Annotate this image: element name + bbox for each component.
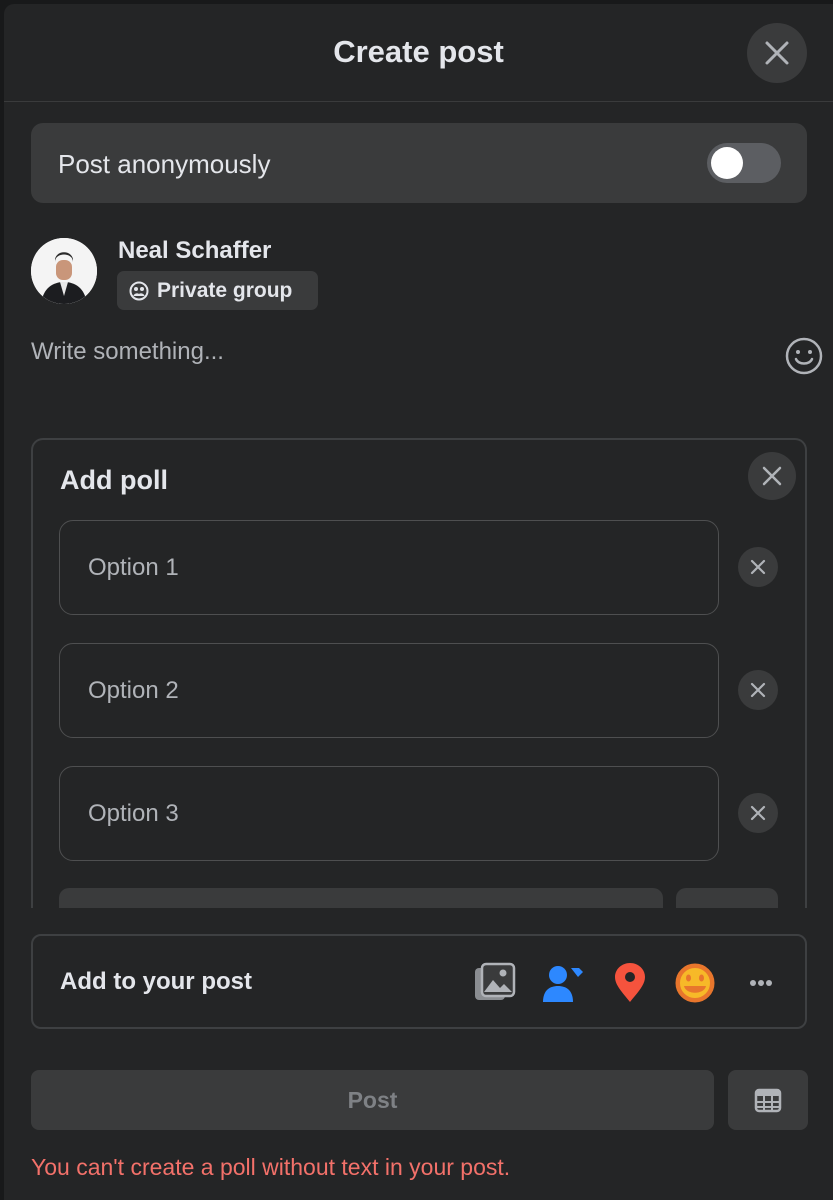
more-options-button[interactable] [739,962,783,1004]
emoji-picker-button[interactable] [784,336,824,376]
more-icon [750,980,772,986]
smiley-icon [785,337,823,375]
photo-video-button[interactable] [473,962,517,1004]
audience-selector[interactable]: Private group [117,271,318,310]
poll-error-message: You can't create a poll without text in … [31,1154,511,1180]
close-dialog-button[interactable] [747,23,807,83]
dialog-title: Create post [333,34,504,69]
poll-option-input-3[interactable]: Option 3 [59,766,719,861]
post-text-input[interactable]: Write something... [31,338,224,366]
tag-people-button[interactable] [541,962,585,1004]
gear-icon [697,903,721,908]
poll-editor: Add poll Option 1 Option 2 Option 3 [31,438,807,908]
add-option-button[interactable] [59,888,663,908]
dialog-header: Create post [4,4,833,102]
add-to-post-label: Add to your post [60,968,252,995]
close-icon [750,805,766,821]
post-button[interactable]: Post [31,1070,714,1130]
author-name[interactable]: Neal Schaffer [118,237,271,265]
check-in-icon [615,963,645,1002]
audience-label: Private group [157,278,293,302]
create-post-dialog: Create post Post anonymously Neal Schaff… [4,4,833,1200]
remove-option-2-button[interactable] [738,670,778,710]
post-anonymously-row: Post anonymously [31,123,807,203]
remove-option-3-button[interactable] [738,793,778,833]
poll-option-input-2[interactable]: Option 2 [59,643,719,738]
close-icon [750,682,766,698]
check-in-button[interactable] [608,962,652,1004]
avatar[interactable] [31,238,97,304]
close-icon [765,41,789,65]
remove-poll-button[interactable] [748,452,796,500]
toggle-knob [711,147,743,179]
schedule-post-button[interactable] [728,1070,808,1130]
poll-option-input-1[interactable]: Option 1 [59,520,719,615]
post-anonymously-label: Post anonymously [58,149,271,179]
feeling-icon [675,963,715,1003]
add-to-post-bar: Add to your post [31,934,807,1029]
tag-people-icon [543,966,583,1002]
photo-video-icon [475,962,516,1000]
close-icon [762,466,782,486]
poll-settings-button[interactable] [676,888,778,908]
remove-option-1-button[interactable] [738,547,778,587]
post-anonymously-toggle[interactable] [707,143,781,183]
close-icon [750,559,766,575]
poll-title: Add poll [60,465,168,495]
calendar-icon [754,1088,782,1113]
group-icon [129,281,149,300]
avatar-image [31,238,97,304]
feeling-activity-button[interactable] [673,962,717,1004]
